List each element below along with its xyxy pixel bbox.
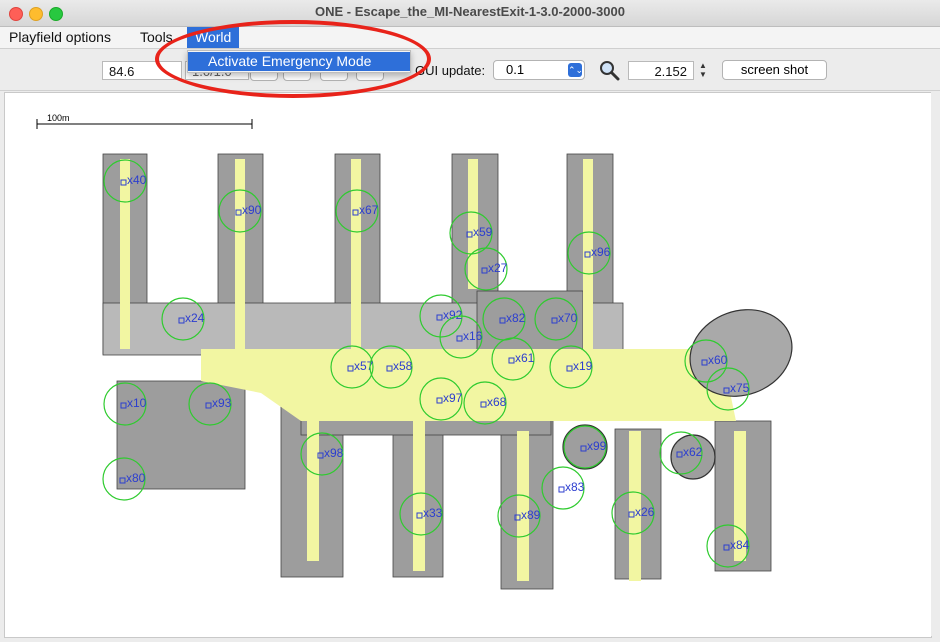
- node-label: x83: [565, 480, 585, 494]
- floor-plan-map[interactable]: x40x90 x67x59x96x27x24 x92 x82 x70x16x61 x60x…: [5, 93, 931, 637]
- world-menu-dropdown: Activate Emergency Mode: [187, 50, 411, 73]
- node-label: x68: [487, 395, 507, 409]
- node-label: x96: [591, 245, 611, 259]
- node-label: x59: [473, 225, 493, 239]
- node-label: x58: [393, 359, 413, 373]
- gui-update-label: GUI update:: [415, 63, 486, 78]
- window-title: ONE - Escape_the_MI-NearestExit-1-3.0-20…: [315, 4, 625, 19]
- node-label: x80: [126, 471, 146, 485]
- gui-update-value: 0.1: [506, 62, 525, 77]
- magnifier-icon: [598, 59, 620, 86]
- node-label: x97: [443, 391, 463, 405]
- node-label: x99: [587, 439, 607, 453]
- menu-world[interactable]: World: [187, 27, 240, 48]
- zoom-stepper[interactable]: ▲ ▼: [697, 61, 709, 81]
- node-label: x33: [423, 506, 443, 520]
- node-label: x60: [708, 353, 728, 367]
- node-label: x93: [212, 396, 232, 410]
- node-label: x98: [324, 446, 344, 460]
- vertical-scrollbar[interactable]: [931, 92, 940, 636]
- node-label: x62: [683, 445, 703, 459]
- node-label: x70: [558, 311, 578, 325]
- node-label: x84: [730, 538, 750, 552]
- node-label: x89: [521, 508, 541, 522]
- zoom-level-field[interactable]: 2.152: [628, 61, 694, 80]
- scale-bar-label: 100m: [47, 113, 70, 123]
- screen-shot-button[interactable]: screen shot: [722, 60, 827, 80]
- node-label: x82: [506, 311, 526, 325]
- title-bar: ONE - Escape_the_MI-NearestExit-1-3.0-20…: [0, 0, 940, 27]
- menu-tools[interactable]: Tools: [132, 27, 181, 48]
- menu-bar: Playfield options Tools World: [0, 27, 940, 49]
- toolbar: 84.6 1.0/1.0 GUI update: 0.1 ⌃⌄ 2.152 ▲▼…: [0, 49, 940, 91]
- playfield-canvas[interactable]: x40 x90 x67 x59 x96 x27 x24 x92 x82 x70 x16 x61 x60 x…: [4, 92, 932, 638]
- node-label: x26: [635, 505, 655, 519]
- menu-playfield-options[interactable]: Playfield options: [1, 27, 119, 48]
- node-label: x67: [359, 203, 379, 217]
- gui-update-select[interactable]: 0.1 ⌃⌄: [493, 60, 585, 80]
- menu-item-activate-emergency-mode[interactable]: Activate Emergency Mode: [188, 52, 410, 71]
- node-label: x90: [242, 203, 262, 217]
- node-label: x16: [463, 329, 483, 343]
- sim-time-field[interactable]: 84.6: [102, 61, 182, 80]
- node-label: x24: [185, 311, 205, 325]
- node-label: x75: [730, 381, 750, 395]
- chevron-up-down-icon: ⌃⌄: [568, 63, 584, 77]
- node-label: x92: [443, 308, 463, 322]
- node-label: x19: [573, 359, 593, 373]
- node-label: x10: [127, 396, 147, 410]
- node-marker: [558, 486, 565, 493]
- node-label: x61: [515, 351, 535, 365]
- node-label: x40: [127, 173, 147, 187]
- node-label: x27: [488, 261, 508, 275]
